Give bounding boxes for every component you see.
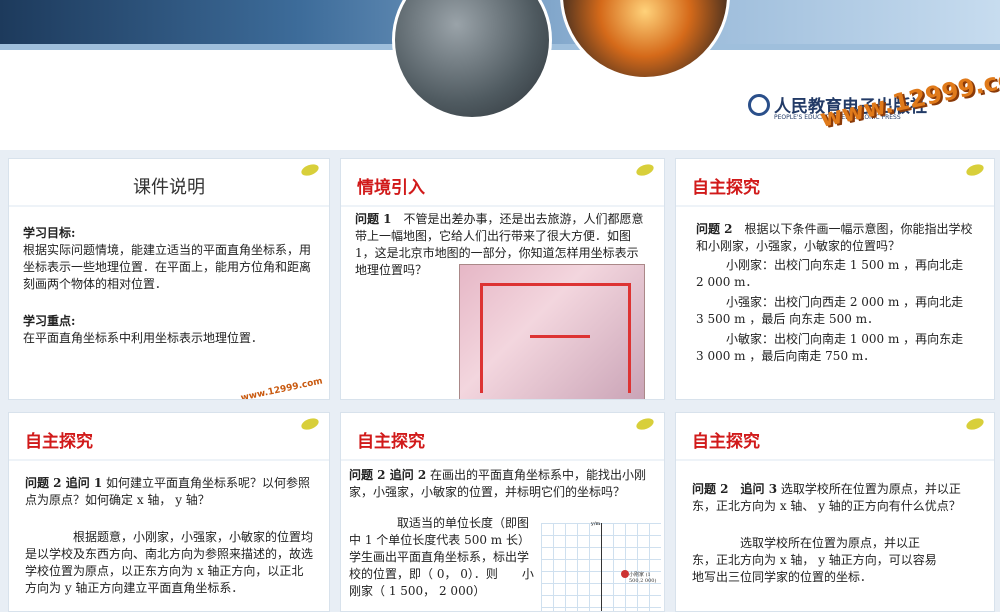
question-label: 问题 2	[696, 222, 733, 236]
condition-xiaogang: 小刚家：出校门向东走 1 500 m ，再向北走 2 000 m．	[696, 258, 964, 289]
point-label: 小刚家 (1 500,2 000)	[629, 572, 657, 584]
header-banner: 人民教育电子出版社 PEOPLE'S EDUCATION ELECTRONIC …	[0, 0, 1000, 150]
watermark: www.12999.com	[239, 376, 324, 400]
slide-thumbnail-2[interactable]: 情境引入 问题 1 不管是出差办事，还是出去旅游，人们都愿意带上一幅地图，它给人…	[340, 158, 665, 400]
slide-icon	[964, 416, 986, 432]
y-axis-label: y/m	[591, 521, 601, 527]
answer-text: 取适当的单位长度（即图中 1 个单位长度代表 500 m 长）学生画出平面直角坐…	[349, 516, 534, 598]
slide-icon	[634, 416, 656, 432]
beijing-map-image	[459, 264, 645, 399]
slide-thumbnail-6[interactable]: 自主探究 问题 2 追问 3 选取学校所在位置为原点，并以正东，正北方向为 x …	[675, 412, 995, 612]
point-marker	[621, 570, 629, 578]
slide-thumbnail-4[interactable]: 自主探究 问题 2 追问 1 如何建立平面直角坐标系呢？以何参照点为原点？如何确…	[8, 412, 330, 612]
rocket-launch-photo	[560, 0, 730, 80]
highway-photo	[392, 0, 552, 120]
question-label: 问题 2 追问 1	[25, 476, 103, 490]
condition-xiaomin: 小敏家：出校门向南走 1 000 m ，再向东走 3 000 m ，最后向南走 …	[696, 332, 964, 363]
slide-title: 自主探究	[25, 432, 93, 452]
slide-title: 自主探究	[357, 432, 425, 452]
slide-thumbnail-3[interactable]: 自主探究 问题 2 根据以下条件画一幅示意图，你能指出学校和小刚家，小强家，小敏…	[675, 158, 995, 400]
slide-thumbnail-5[interactable]: 自主探究 问题 2 追问 2 在画出的平面直角坐标系中，能找出小刚家，小强家，小…	[340, 412, 665, 612]
question-label: 问题 2 追问 3	[692, 482, 778, 496]
question-text: 根据以下条件画一幅示意图，你能指出学校和小刚家，小强家，小敏家的位置吗？	[696, 222, 973, 253]
question-label: 问题 1	[355, 212, 392, 226]
key-text: 在平面直角坐标系中利用坐标表示地理位置．	[23, 331, 264, 345]
slide-icon	[634, 162, 656, 178]
publisher-logo-icon	[748, 93, 770, 116]
slide-thumbnail-1[interactable]: 课件说明 学习目标: 根据实际问题情境，能建立适当的平面直角坐标系，用坐标表示一…	[8, 158, 330, 400]
coordinate-grid: y/m 小刚家 (1 500,2 000)	[541, 521, 661, 611]
slide-title: 情境引入	[357, 178, 425, 198]
answer-text: 选取学校所在位置为原点，并以正东，正北方向为 x 轴， y 轴正方向，可以容易地…	[692, 536, 937, 584]
slide-icon	[964, 162, 986, 178]
slide-title: 自主探究	[692, 432, 760, 452]
key-label: 学习重点:	[23, 314, 76, 328]
y-axis	[601, 523, 602, 611]
slide-title: 自主探究	[692, 178, 760, 198]
answer-text: 根据题意，小刚家，小强家，小敏家的位置均是以学校及东西方向、南北方向为参照来描述…	[25, 530, 314, 595]
goal-label: 学习目标:	[23, 226, 76, 240]
condition-xiaoqiang: 小强家：出校门向西走 2 000 m ，再向北走 3 500 m ，最后 向东走…	[696, 295, 964, 326]
slide-title: 课件说明	[133, 177, 205, 198]
question-label: 问题 2 追问 2	[349, 468, 427, 482]
goal-text: 根据实际问题情境，能建立适当的平面直角坐标系，用坐标表示一些地理位置．在平面上，…	[23, 243, 312, 291]
slide-icon	[299, 416, 321, 432]
